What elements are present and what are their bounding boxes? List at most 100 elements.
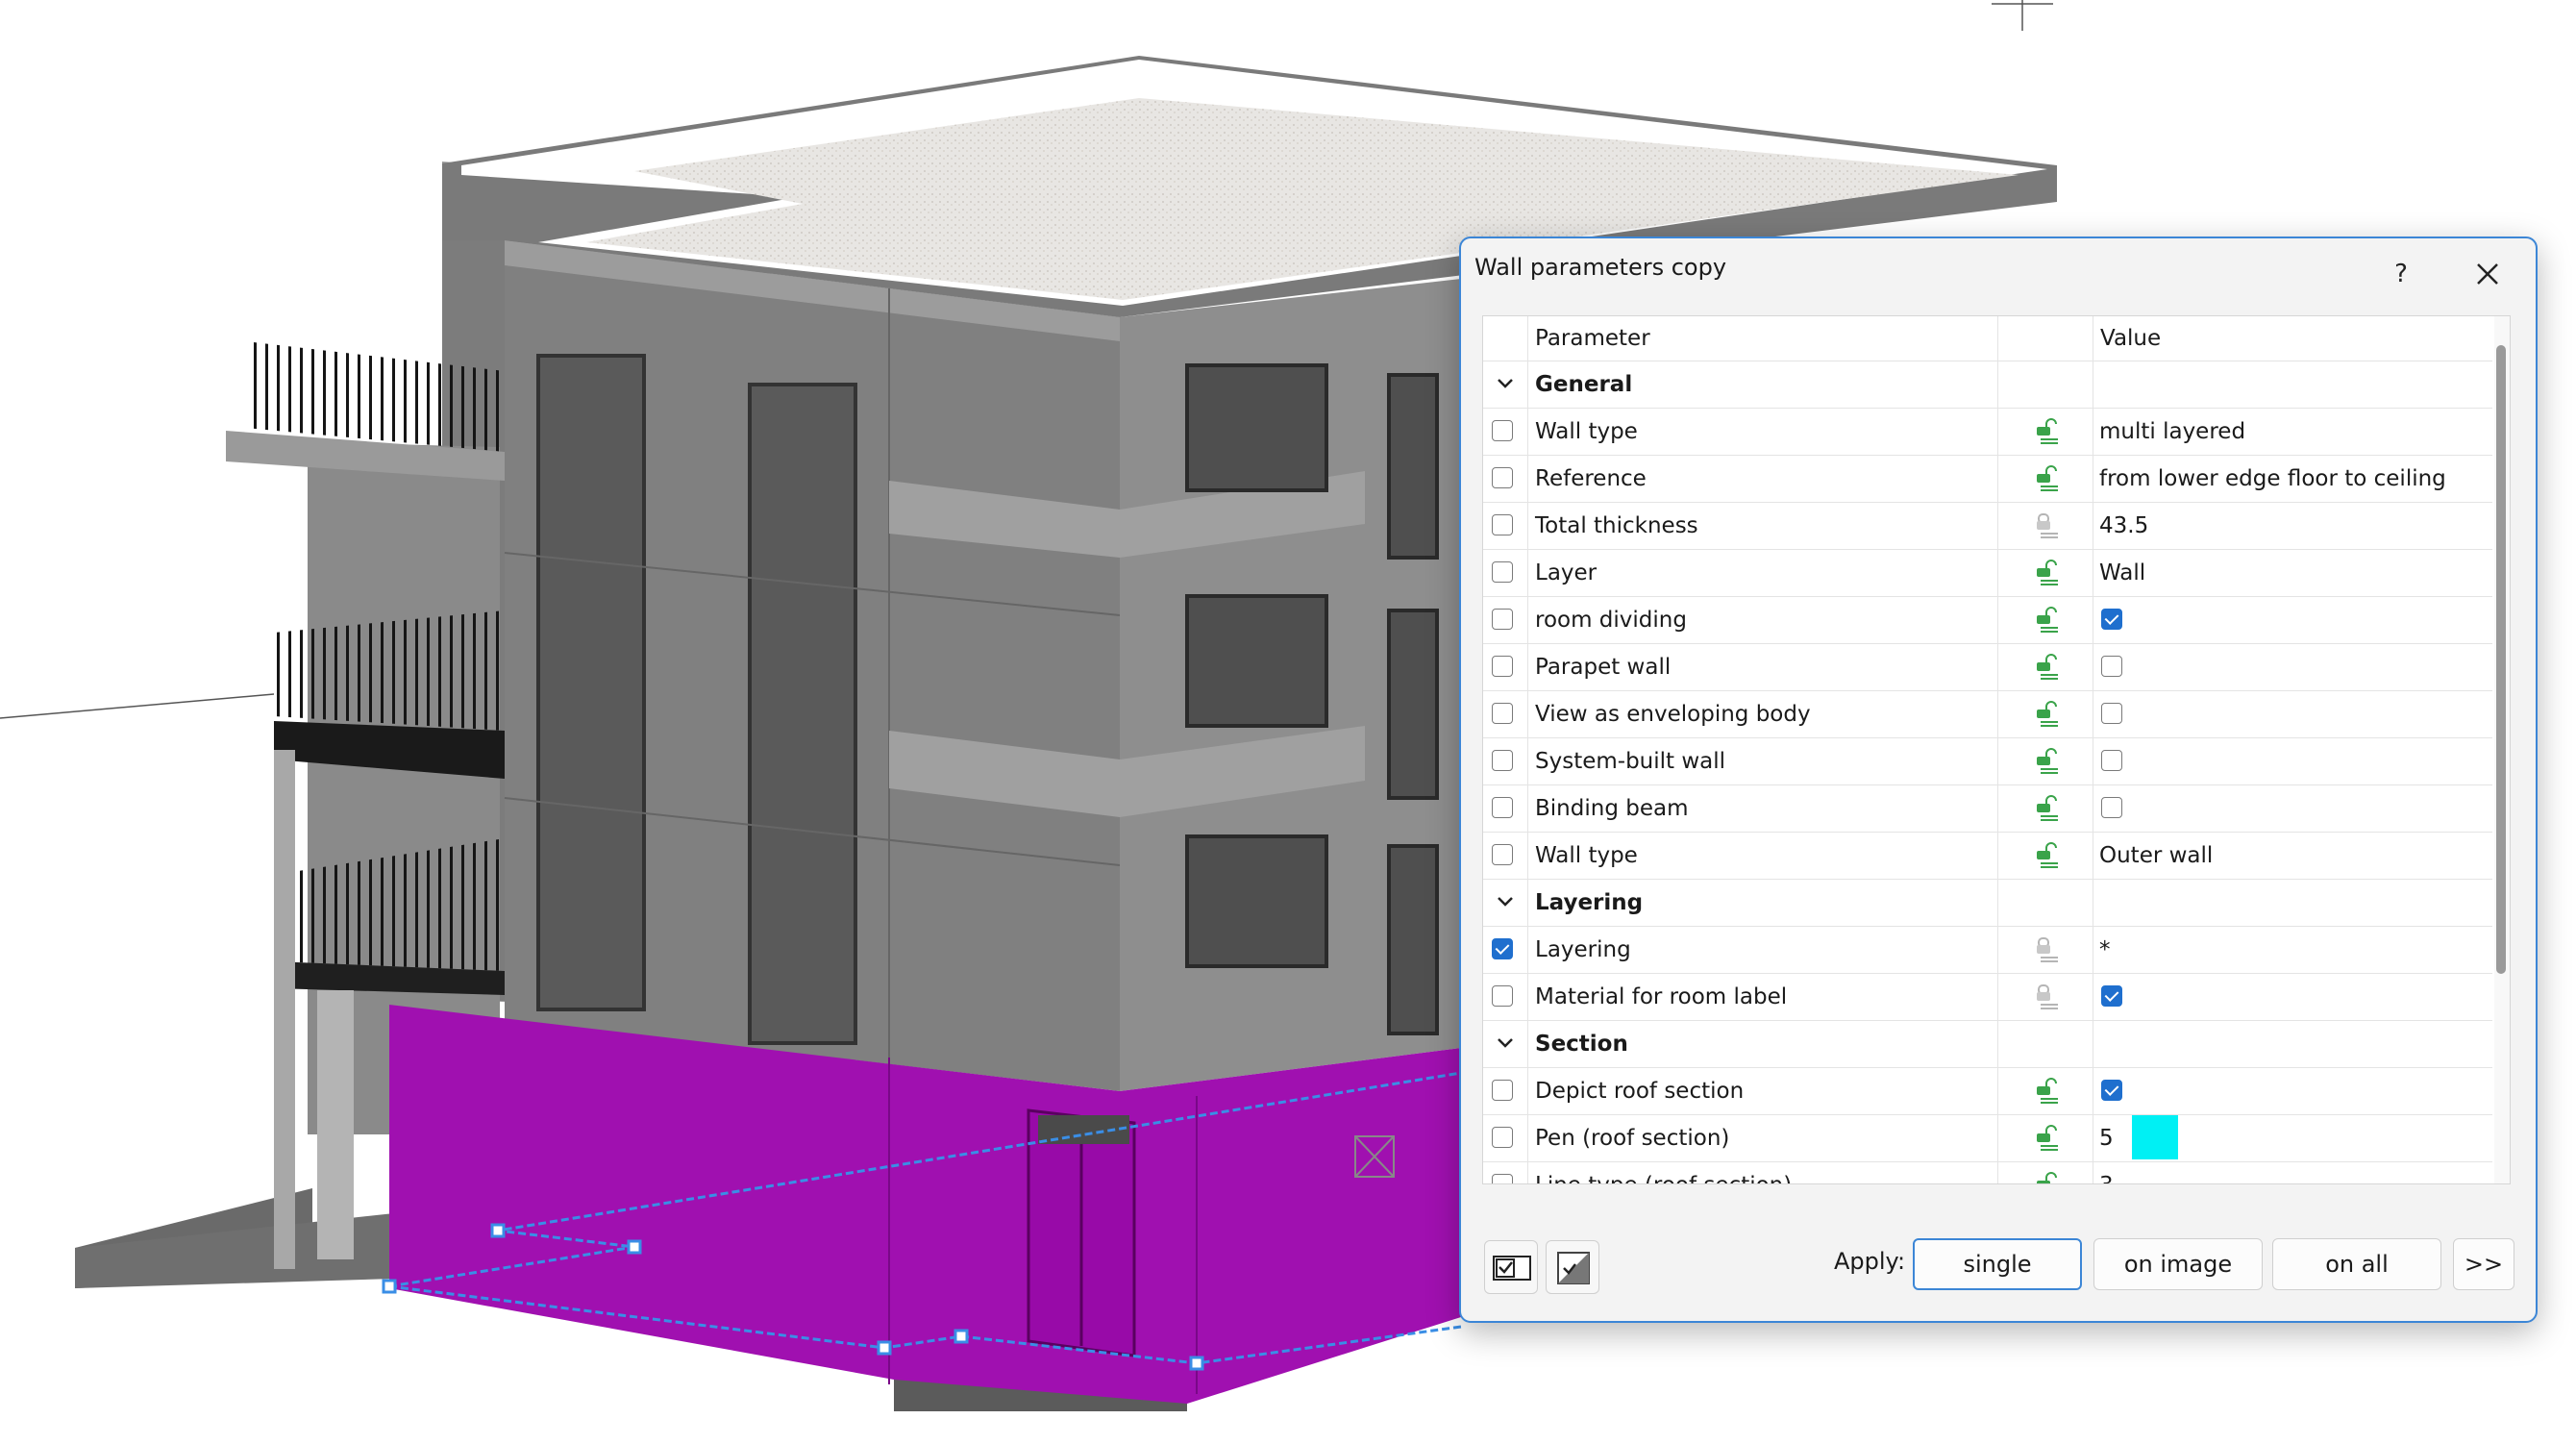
unlocked-icon[interactable] [2033,418,2062,445]
parameter-row: Binding beam [1483,785,2492,833]
unlocked-icon[interactable] [2033,701,2062,728]
value-text[interactable]: Wall [2099,560,2145,585]
invert-selection-icon [1557,1252,1590,1284]
parameter-row: Parapet wall [1483,644,2492,691]
value-checkbox[interactable] [2101,750,2122,771]
parameter-label: Reference [1535,466,1647,491]
invert-selection-button[interactable] [1546,1240,1599,1294]
apply-on-image-button[interactable]: on image [2093,1238,2263,1290]
unlocked-icon[interactable] [2033,1172,2062,1184]
parameter-label: Material for room label [1535,984,1788,1009]
unlocked-icon[interactable] [2033,654,2062,681]
apply-label: Apply: [1834,1248,1906,1275]
parameter-label: View as enveloping body [1535,702,1811,727]
dialog-title: Wall parameters copy [1474,254,1727,281]
parameter-label: Binding beam [1535,796,1689,821]
pen-color-swatch[interactable] [2132,1115,2178,1159]
chevron-down-icon[interactable] [1495,891,1516,912]
row-select-checkbox[interactable] [1492,703,1513,724]
parameter-row: Layering * [1483,927,2492,974]
grid-header-row: Parameter Value [1483,316,2492,362]
parameter-row: Material for room label [1483,974,2492,1021]
row-select-checkbox[interactable] [1492,514,1513,535]
row-select-checkbox[interactable] [1492,938,1513,959]
group-row-section[interactable]: Section [1483,1021,2492,1068]
parameter-label: Layering [1535,937,1631,962]
pen-number[interactable]: 5 [2099,1126,2114,1151]
group-row-general[interactable]: General [1483,361,2492,409]
parameter-label: System-built wall [1535,749,1726,774]
parameter-row: Wall type multi layered [1483,409,2492,456]
group-label: Section [1535,1032,1628,1057]
locked-icon[interactable] [2033,983,2062,1010]
apply-single-button[interactable]: single [1913,1238,2082,1290]
parameter-row: Pen (roof section) 5 [1483,1115,2492,1162]
row-select-checkbox[interactable] [1492,561,1513,583]
building-main-front [504,240,1121,1091]
value-column-header: Value [2100,326,2162,351]
value-checkbox[interactable] [2101,797,2122,818]
value-checkbox[interactable] [2101,609,2122,630]
apply-on-all-button[interactable]: on all [2272,1238,2441,1290]
parameter-column-header: Parameter [1535,326,1650,351]
locked-icon[interactable] [2033,512,2062,539]
parameter-label: Line type (roof section) [1535,1173,1792,1183]
parameter-label: Layer [1535,560,1598,585]
locked-icon[interactable] [2033,936,2062,963]
unlocked-icon[interactable] [2033,560,2062,586]
parameter-label: room dividing [1535,608,1687,633]
group-row-layering[interactable]: Layering [1483,880,2492,927]
close-button[interactable] [2459,248,2516,300]
line-type-number[interactable]: 3 [2099,1173,2114,1183]
row-select-checkbox[interactable] [1492,1080,1513,1101]
value-checkbox[interactable] [2101,1080,2122,1101]
checkbox-toggle-icon [1493,1256,1531,1281]
row-select-checkbox[interactable] [1492,1127,1513,1148]
parameter-label: Wall type [1535,419,1638,444]
parameter-label: Parapet wall [1535,655,1672,680]
row-select-checkbox[interactable] [1492,797,1513,818]
row-select-checkbox[interactable] [1492,467,1513,488]
row-select-checkbox[interactable] [1492,750,1513,771]
parameter-row: Line type (roof section) 3 [1483,1162,2492,1184]
parameter-row: Total thickness 43.5 [1483,503,2492,550]
row-select-checkbox[interactable] [1492,609,1513,630]
parameter-row: Depict roof section [1483,1068,2492,1115]
parameter-label: Pen (roof section) [1535,1126,1730,1151]
unlocked-icon[interactable] [2033,465,2062,492]
group-label: Layering [1535,890,1644,915]
value-checkbox[interactable] [2101,656,2122,677]
parameter-row: Layer Wall [1483,550,2492,597]
unlocked-icon[interactable] [2033,842,2062,869]
value-text[interactable]: from lower edge floor to ceiling [2099,466,2446,491]
parameter-row: View as enveloping body [1483,691,2492,738]
grid-scrollbar-thumb[interactable] [2496,345,2506,974]
group-label: General [1535,372,1633,397]
row-select-checkbox[interactable] [1492,656,1513,677]
value-checkbox[interactable] [2101,703,2122,724]
value-text[interactable]: Outer wall [2099,843,2213,868]
unlocked-icon[interactable] [2033,748,2062,775]
parameter-label: Depict roof section [1535,1079,1745,1104]
row-select-checkbox[interactable] [1492,985,1513,1007]
value-checkbox[interactable] [2101,985,2122,1007]
select-all-button[interactable] [1484,1240,1538,1294]
help-button[interactable]: ? [2372,248,2430,300]
parameter-row: room dividing [1483,597,2492,644]
unlocked-icon[interactable] [2033,1125,2062,1152]
chevron-down-icon[interactable] [1495,1033,1516,1054]
more-button[interactable]: >> [2453,1238,2514,1290]
row-select-checkbox[interactable] [1492,420,1513,441]
chevron-down-icon[interactable] [1495,373,1516,394]
unlocked-icon[interactable] [2033,795,2062,822]
parameter-grid-body: Parameter Value General Wall type multi la… [1483,316,2492,1184]
value-text[interactable]: multi layered [2099,419,2245,444]
parameter-row: System-built wall [1483,738,2492,785]
row-select-checkbox[interactable] [1492,1174,1513,1183]
unlocked-icon[interactable] [2033,1078,2062,1105]
value-text[interactable]: 43.5 [2099,513,2148,538]
dialog-titlebar[interactable]: Wall parameters copy ? [1461,238,2536,315]
value-text[interactable]: * [2099,937,2111,962]
row-select-checkbox[interactable] [1492,844,1513,865]
unlocked-icon[interactable] [2033,607,2062,634]
